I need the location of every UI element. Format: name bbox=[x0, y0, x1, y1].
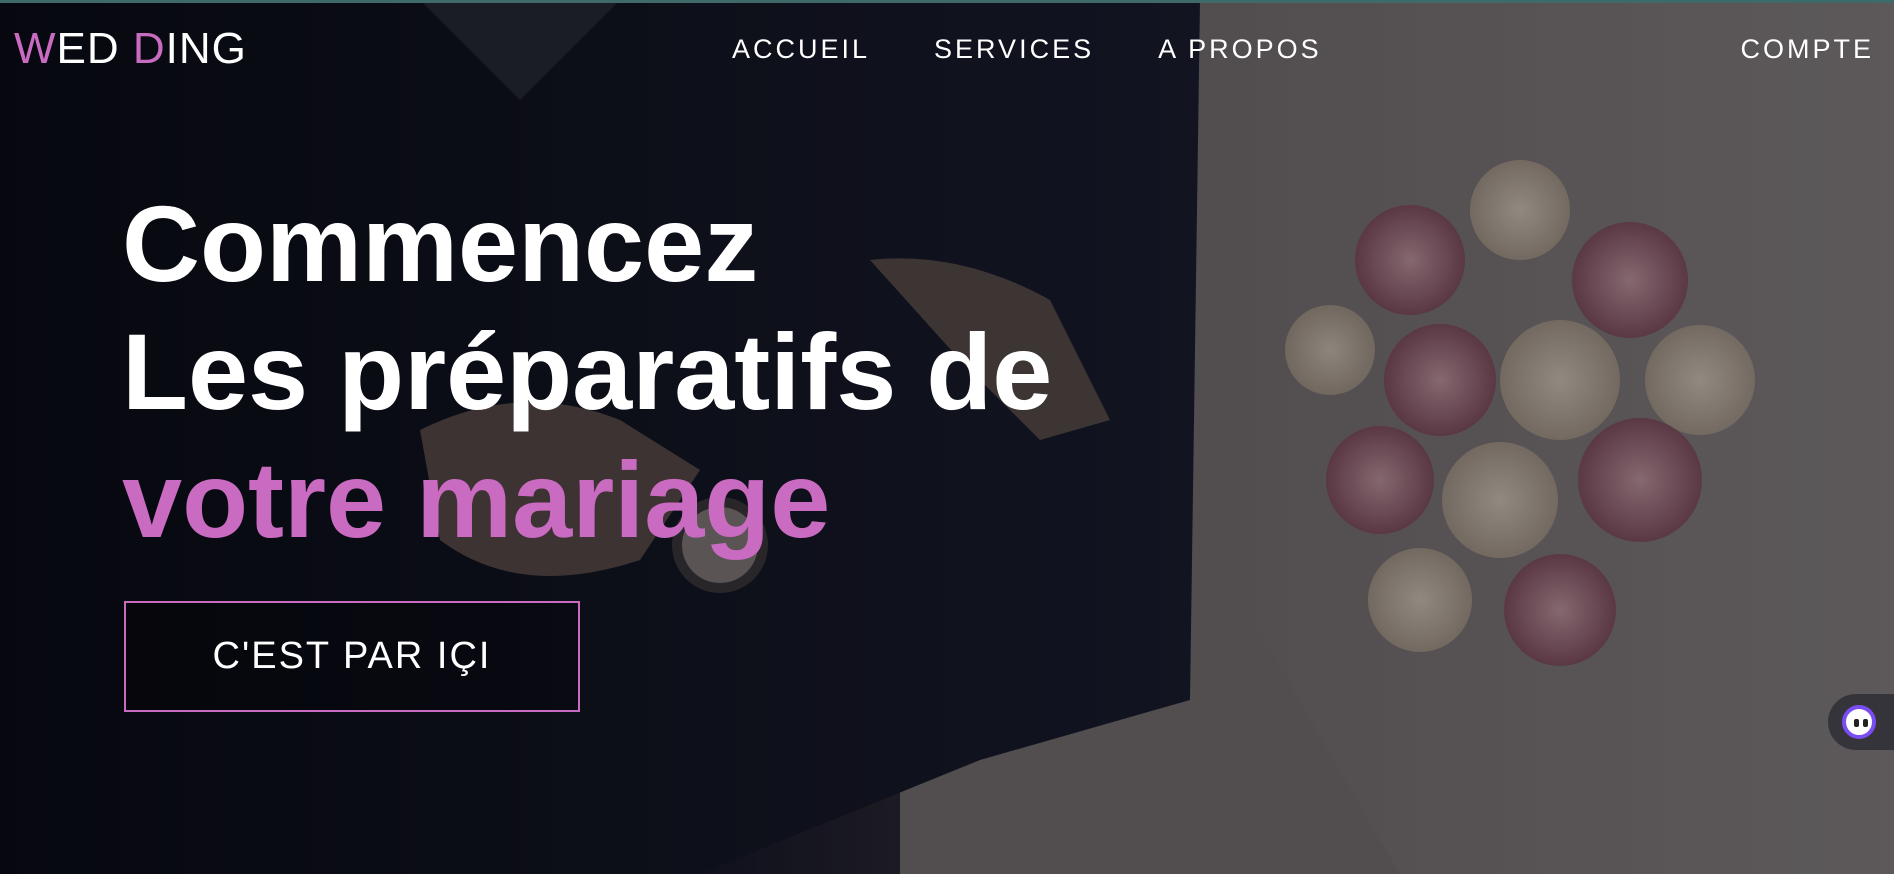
main-nav: ACCUEIL SERVICES A PROPOS bbox=[732, 34, 1322, 65]
top-border bbox=[0, 0, 1894, 3]
hero-headline-line3: votre mariage bbox=[122, 439, 831, 560]
nav-item-services[interactable]: SERVICES bbox=[934, 34, 1094, 65]
site-logo[interactable]: WED DING bbox=[14, 24, 247, 74]
hero-headline: Commencez Les préparatifs de votre maria… bbox=[122, 180, 1052, 564]
chat-assistant-icon bbox=[1842, 705, 1876, 739]
nav-item-compte[interactable]: COMPTE bbox=[1740, 34, 1874, 65]
nav-item-a-propos[interactable]: A PROPOS bbox=[1158, 34, 1322, 65]
hero-headline-line1: Commencez bbox=[122, 183, 759, 304]
chat-assistant-button[interactable] bbox=[1828, 694, 1894, 750]
hero-section: WED DING ACCUEIL SERVICES A PROPOS COMPT… bbox=[0, 0, 1894, 874]
hero-headline-line2: Les préparatifs de bbox=[122, 311, 1053, 432]
nav-item-accueil[interactable]: ACCUEIL bbox=[732, 34, 870, 65]
cta-button[interactable]: C'EST PAR IÇI bbox=[124, 601, 580, 712]
